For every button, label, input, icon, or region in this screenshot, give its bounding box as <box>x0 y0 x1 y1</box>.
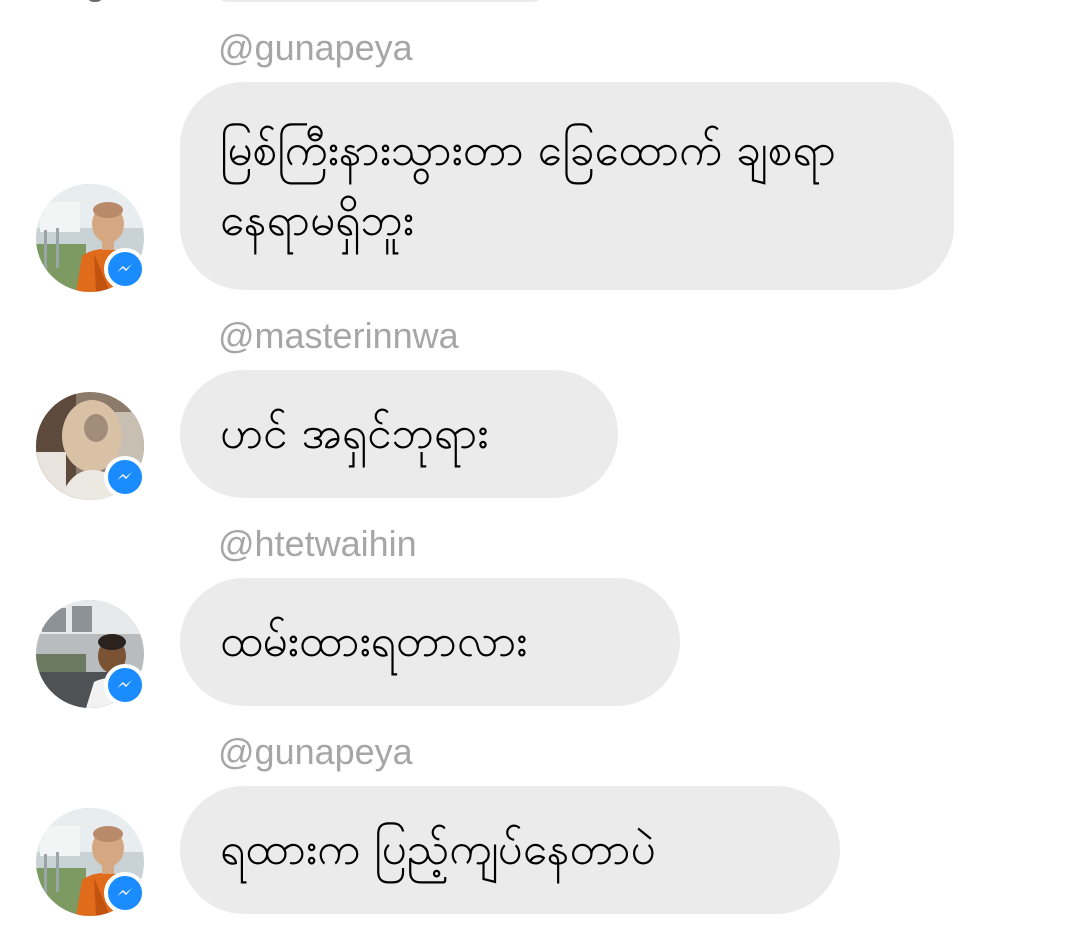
avatar[interactable] <box>36 184 146 292</box>
message-bubble[interactable]: မြစ်ကြီးနားသွားတာ ခြေထောက် ချစရာနေရာမရှိ… <box>180 82 954 290</box>
previous-message-bubble <box>215 0 545 2</box>
messenger-icon <box>104 456 146 498</box>
message-text: မြစ်ကြီးနားသွားတာ ခြေထောက် ချစရာနေရာမရှိ… <box>220 125 836 246</box>
avatar[interactable] <box>36 600 146 708</box>
message-text: ဟင် အရှင်ဘုရား <box>220 408 489 459</box>
sender-name: @gunapeya <box>218 731 413 772</box>
avatar[interactable] <box>36 808 146 916</box>
message-text: ရထားက ပြည့်ကျပ်နေတာပဲ <box>220 824 656 875</box>
messenger-icon <box>104 872 146 914</box>
sender-name: @htetwaihin <box>218 523 417 564</box>
message-bubble[interactable]: ဟင် အရှင်ဘုရား <box>180 370 618 498</box>
sender-name: @masterinnwa <box>218 315 459 356</box>
sender-name: @gunapeya <box>218 27 413 68</box>
avatar[interactable] <box>36 392 146 500</box>
messenger-icon <box>104 664 146 706</box>
message-bubble[interactable]: ရထားက ပြည့်ကျပ်နေတာပဲ <box>180 786 840 914</box>
messenger-icon <box>104 248 146 290</box>
previous-avatar <box>86 0 104 2</box>
message-text: ထမ်းထားရတာလား <box>220 616 528 667</box>
message-bubble[interactable]: ထမ်းထားရတာလား <box>180 578 680 706</box>
